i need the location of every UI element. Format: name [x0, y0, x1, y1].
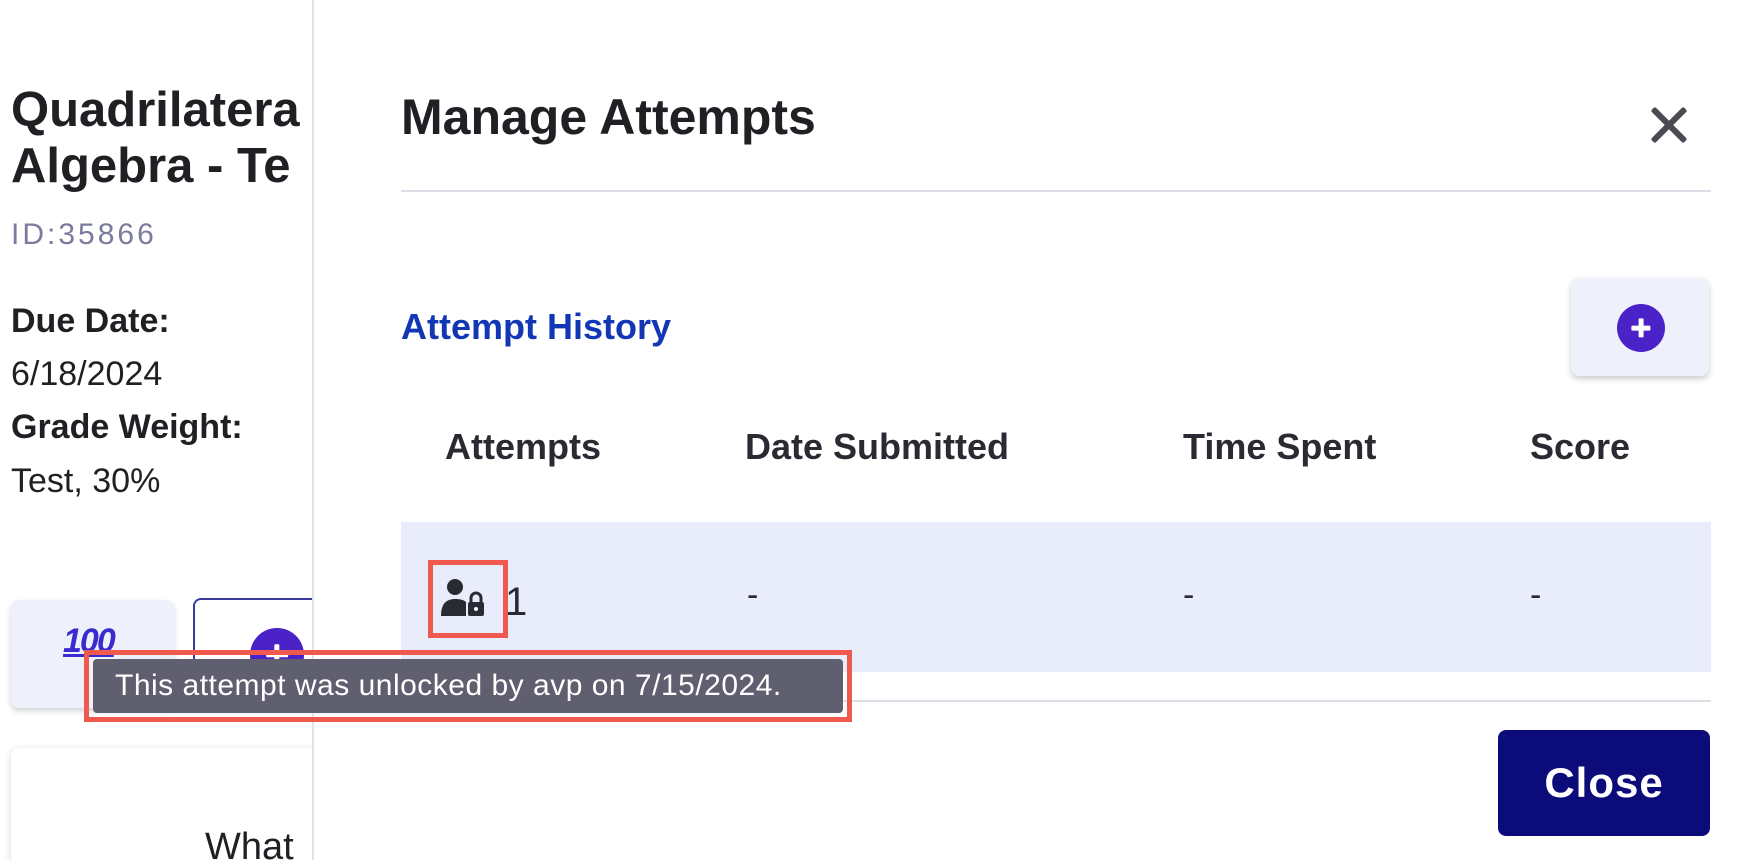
due-date-value: 6/18/2024: [11, 355, 163, 393]
question-text: What: [205, 826, 294, 860]
plus-circle-icon: [1617, 304, 1665, 352]
grade-weight-value: Test, 30%: [11, 462, 161, 500]
grade-weight-label: Grade Weight:: [11, 408, 243, 446]
column-header-attempts: Attempts: [445, 426, 602, 467]
assignment-id: ID:35866: [11, 218, 157, 251]
column-header-time-spent: Time Spent: [1183, 426, 1377, 467]
time-spent-cell: -: [1183, 576, 1195, 614]
attempt-history-heading: Attempt History: [401, 306, 672, 347]
due-date-label: Due Date:: [11, 302, 170, 340]
assignment-title-line2: Algebra - Te: [11, 139, 291, 193]
column-header-date-submitted: Date Submitted: [745, 426, 1010, 467]
divider: [401, 190, 1711, 192]
manage-attempts-drawer: Manage Attempts Attempt History Attempts…: [312, 0, 1746, 860]
score-cell: -: [1530, 576, 1542, 614]
add-attempt-button[interactable]: [1571, 278, 1709, 376]
close-icon[interactable]: [1644, 100, 1694, 150]
background-page: Quadrilatera Algebra - Te ID:35866 Due D…: [0, 0, 320, 860]
assignment-title-line1: Quadrilatera: [11, 83, 300, 137]
drawer-title: Manage Attempts: [401, 89, 816, 145]
assignment-title: Quadrilatera Algebra - Te: [11, 82, 320, 194]
date-submitted-cell: -: [747, 576, 759, 614]
column-header-score: Score: [1530, 426, 1631, 467]
attempt-number: 1: [505, 580, 528, 624]
unlock-tooltip: This attempt was unlocked by avp on 7/15…: [93, 659, 843, 713]
close-button[interactable]: Close: [1498, 730, 1710, 836]
user-lock-icon[interactable]: [440, 578, 488, 618]
